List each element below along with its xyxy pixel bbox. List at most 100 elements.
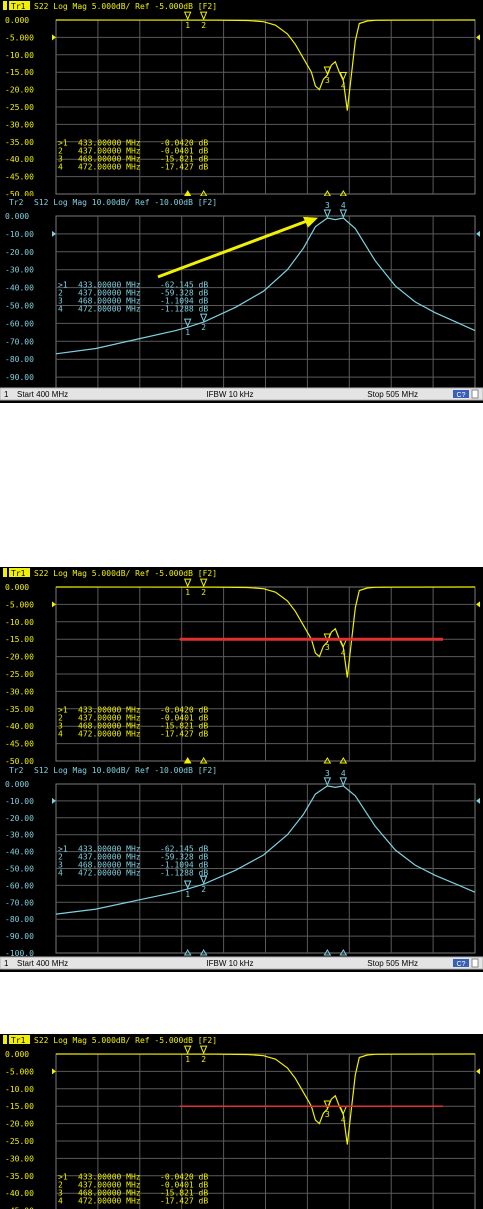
y-tick-label: -70.00 — [5, 337, 34, 346]
marker-readout-id: 4 — [58, 729, 63, 738]
marker-readout-id: 4 — [58, 162, 63, 171]
active-trace-arrow — [3, 1, 7, 10]
y-tick-label: -40.00 — [5, 155, 34, 164]
y-tick-label: -40.00 — [5, 722, 34, 731]
y-tick-label: -10.00 — [5, 618, 34, 627]
status-ifbw: IFBW 10 kHz — [206, 390, 253, 399]
y-tick-label: -35.00 — [5, 138, 34, 147]
trace-badge: Tr2 — [9, 766, 24, 775]
plot-background — [0, 11, 483, 196]
y-tick-label: -25.00 — [5, 1137, 34, 1146]
status-stop-freq: Stop 505 MHz — [367, 390, 418, 399]
y-tick-label: -15.00 — [5, 68, 34, 77]
y-tick-label: -70.00 — [5, 898, 34, 907]
marker-number: 4 — [341, 1116, 346, 1125]
marker-number: 3 — [325, 201, 330, 210]
marker-readout-value: -1.1288 dB — [160, 869, 208, 878]
y-tick-label: -40.00 — [5, 1189, 34, 1198]
marker-number: 4 — [341, 82, 346, 91]
marker-number: 3 — [325, 643, 330, 652]
y-tick-label: -35.00 — [5, 705, 34, 714]
s22-panel: Tr1 S22 Log Mag 5.000dB/ Ref -5.000dB [F2… — [0, 567, 483, 766]
y-tick-label: -15.00 — [5, 635, 34, 644]
marker-readout-id: 4 — [58, 869, 63, 878]
trace-badge: Tr1 — [11, 569, 26, 578]
s12-panel: Tr2 S12 Log Mag 10.00dB/ Ref -10.00dB [F2… — [0, 764, 483, 958]
y-tick-label: -60.00 — [5, 881, 34, 890]
marker-readout-freq: 472.00000 MHz — [78, 869, 141, 878]
marker-number: 4 — [341, 201, 346, 210]
marker-number: 3 — [325, 769, 330, 778]
marker-number: 4 — [341, 649, 346, 658]
y-tick-label: -30.00 — [5, 266, 34, 275]
status-badge: C? — [457, 961, 466, 968]
marker-number: 2 — [201, 21, 206, 30]
trace-header: S12 Log Mag 10.00dB/ Ref -10.00dB [F2] — [34, 198, 217, 207]
marker-readout-value: -17.427 dB — [160, 162, 208, 171]
active-trace-arrow — [3, 568, 7, 577]
marker-number: 2 — [201, 588, 206, 597]
status-bar: 1 Start 400 MHz IFBW 10 kHz Stop 505 MHz C? — [0, 387, 483, 401]
marker-number: 2 — [201, 885, 206, 894]
y-tick-label: -30.00 — [5, 120, 34, 129]
y-tick-label: -20.00 — [5, 1120, 34, 1129]
y-tick-label: -90.00 — [5, 932, 34, 941]
y-tick-label: 0.000 — [5, 212, 29, 221]
y-tick-label: -45.00 — [5, 173, 34, 182]
analyzer-screen-2: Tr1 S22 Log Mag 5.000dB/ Ref -5.000dB [F2… — [0, 567, 483, 972]
y-tick-label: -40.00 — [5, 284, 34, 293]
marker-number: 3 — [325, 1110, 330, 1119]
y-tick-label: -20.00 — [5, 86, 34, 95]
y-tick-label: 0.000 — [5, 780, 29, 789]
marker-number: 2 — [201, 1055, 206, 1064]
analyzer-screen-3: Tr1 S22 Log Mag 5.000dB/ Ref -5.000dB [F2… — [0, 1034, 483, 1209]
y-tick-label: -25.00 — [5, 670, 34, 679]
y-tick-label: -20.00 — [5, 248, 34, 257]
y-tick-label: -30.00 — [5, 1154, 34, 1163]
status-ifbw: IFBW 10 kHz — [206, 959, 253, 968]
trace-badge: Tr2 — [9, 198, 24, 207]
y-tick-label: -15.00 — [5, 1102, 34, 1111]
trace-badge: Tr1 — [11, 2, 26, 11]
y-tick-label: -50.00 — [5, 302, 34, 311]
y-tick-label: -5.000 — [5, 1067, 34, 1076]
y-tick-label: -90.00 — [5, 373, 34, 382]
s22-panel: Tr1 S22 Log Mag 5.000dB/ Ref -5.000dB [F2… — [0, 1034, 483, 1209]
marker-number: 1 — [185, 328, 190, 337]
marker-readout-id: 4 — [58, 305, 63, 314]
y-tick-label: -5.000 — [5, 33, 34, 42]
status-start-freq: Start 400 MHz — [17, 390, 68, 399]
marker-number: 1 — [185, 588, 190, 597]
y-tick-label: -80.00 — [5, 915, 34, 924]
y-tick-label: -30.00 — [5, 687, 34, 696]
y-tick-label: -10.00 — [5, 1085, 34, 1094]
status-stop-freq: Stop 505 MHz — [367, 959, 418, 968]
plot-background — [0, 578, 483, 763]
status-badge: C? — [457, 392, 466, 399]
s22-panel: Tr1 S22 Log Mag 5.000dB/ Ref -5.000dB [F2… — [0, 0, 483, 199]
active-trace-arrow — [3, 1035, 7, 1044]
y-tick-label: -60.00 — [5, 319, 34, 328]
y-tick-label: 0.000 — [5, 583, 29, 592]
status-start-freq: Start 400 MHz — [17, 959, 68, 968]
marker-readout-freq: 472.00000 MHz — [78, 162, 141, 171]
status-end-box — [471, 389, 479, 399]
status-channel: 1 — [4, 959, 9, 968]
trace-header: S12 Log Mag 10.00dB/ Ref -10.00dB [F2] — [34, 766, 217, 775]
y-tick-label: -10.00 — [5, 230, 34, 239]
trace-header: S22 Log Mag 5.000dB/ Ref -5.000dB [F2] — [34, 2, 217, 11]
y-tick-label: -45.00 — [5, 740, 34, 749]
analyzer-screen-1: Tr1 S22 Log Mag 5.000dB/ Ref -5.000dB [F2… — [0, 0, 483, 403]
y-tick-label: -20.00 — [5, 653, 34, 662]
status-bar: 1 Start 400 MHz IFBW 10 kHz Stop 505 MHz C? — [0, 956, 483, 970]
y-tick-label: -10.00 — [5, 51, 34, 60]
y-tick-label: -5.000 — [5, 600, 34, 609]
plot-background — [0, 1045, 483, 1209]
y-tick-label: -20.00 — [5, 814, 34, 823]
marker-readout-freq: 472.00000 MHz — [78, 305, 141, 314]
trace-badge: Tr1 — [11, 1036, 26, 1045]
marker-number: 2 — [201, 323, 206, 332]
marker-number: 4 — [341, 769, 346, 778]
y-tick-label: 0.000 — [5, 16, 29, 25]
trace-header: S22 Log Mag 5.000dB/ Ref -5.000dB [F2] — [34, 569, 217, 578]
